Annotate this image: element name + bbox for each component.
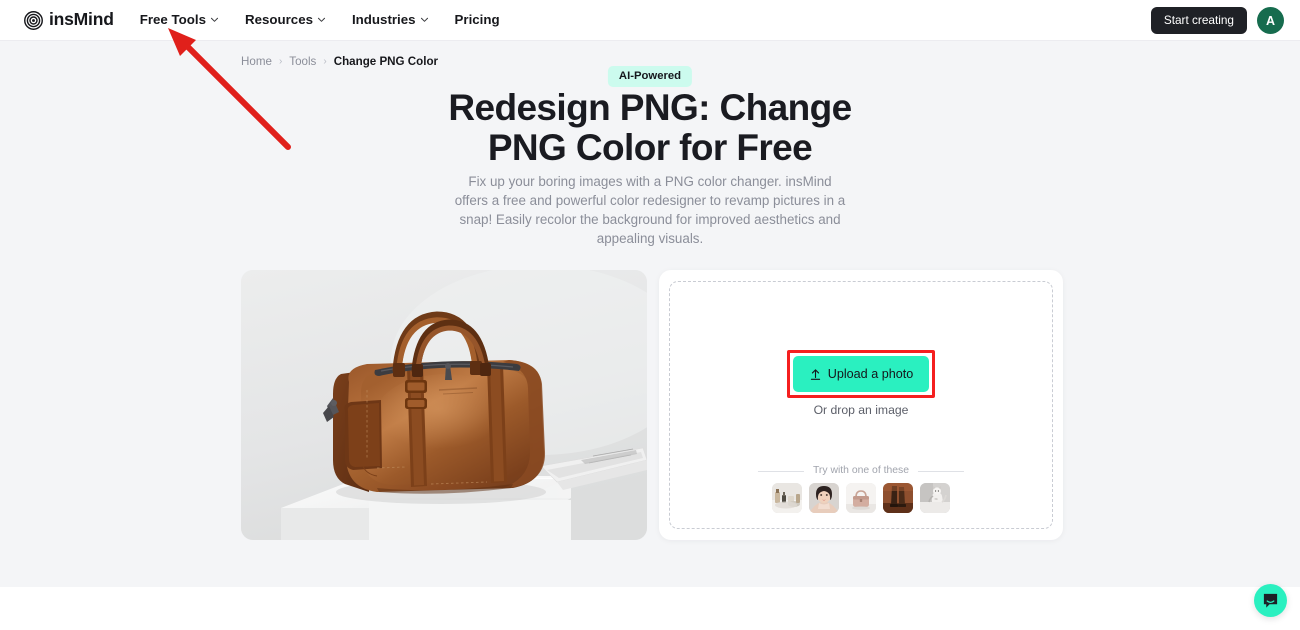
breadcrumb-item-tools[interactable]: Tools [289, 56, 316, 68]
breadcrumb: Home › Tools › Change PNG Color [241, 56, 438, 68]
upload-arrow-icon [810, 368, 820, 380]
sample-thumbnail-pink-handbag[interactable] [846, 483, 876, 513]
sample-thumbnail-woman-portrait[interactable] [809, 483, 839, 513]
concentric-circles-icon [24, 10, 43, 30]
upload-button-wrapper: Upload a photo [787, 350, 935, 398]
breadcrumb-separator: › [323, 55, 327, 67]
upload-button-label: Upload a photo [827, 366, 914, 381]
nav-item-resources-label: Resources [244, 12, 313, 28]
user-avatar[interactable]: A [1257, 7, 1284, 34]
nav-links: Free Tools Resources Industries Pricing [139, 12, 500, 28]
nav-item-pricing[interactable]: Pricing [454, 12, 500, 28]
nav-item-free-tools[interactable]: Free Tools [139, 12, 219, 28]
drop-image-hint: Or drop an image [813, 403, 909, 417]
upload-panel: Upload a photo Or drop an image Try with… [659, 270, 1063, 540]
sample-thumbnail-list [772, 483, 950, 513]
sample-images-label: Try with one of these [812, 465, 910, 476]
chevron-down-icon [420, 18, 428, 23]
breadcrumb-item-home[interactable]: Home [241, 56, 272, 68]
brand-name: insMind [49, 9, 114, 30]
divider-line-left [757, 470, 804, 472]
divider-line-right [918, 470, 965, 472]
navbar-right-cluster: Start creating A [1150, 0, 1284, 41]
chevron-down-icon [210, 18, 219, 23]
brand-logo[interactable]: insMind [24, 9, 114, 30]
breadcrumb-item-current: Change PNG Color [333, 55, 439, 68]
sample-thumbnail-cosmetics-bottles[interactable] [772, 483, 802, 513]
chevron-down-icon [317, 18, 326, 23]
page-title-line-1: Redesign PNG: Change [448, 87, 852, 128]
top-navigation-bar: insMind Free Tools Resources Industries [0, 0, 1300, 41]
sample-thumbnail-cat[interactable] [920, 483, 950, 513]
nav-item-resources[interactable]: Resources [244, 12, 326, 28]
page-description: Fix up your boring images with a PNG col… [454, 174, 846, 247]
start-creating-button[interactable]: Start creating [1150, 7, 1247, 34]
chat-bubble-icon [1263, 593, 1278, 608]
nav-item-industries-label: Industries [351, 12, 416, 28]
product-preview-image [241, 270, 647, 540]
upload-a-photo-button[interactable]: Upload a photo [793, 356, 929, 392]
breadcrumb-separator: › [278, 55, 283, 67]
nav-item-pricing-label: Pricing [454, 12, 500, 28]
preview-image-card [241, 270, 647, 540]
chat-support-button[interactable] [1254, 584, 1287, 617]
page-title: Redesign PNG: Change PNG Color for Free [410, 87, 890, 169]
nav-item-industries[interactable]: Industries [351, 12, 429, 28]
sample-images-divider: Try with one of these [757, 465, 965, 476]
nav-item-free-tools-label: Free Tools [139, 12, 206, 28]
page-root: insMind Free Tools Resources Industries [0, 0, 1300, 630]
ai-powered-badge: AI-Powered [607, 66, 693, 88]
sample-thumbnail-brown-boots[interactable] [883, 483, 913, 513]
page-title-line-2: PNG Color for Free [487, 127, 813, 169]
